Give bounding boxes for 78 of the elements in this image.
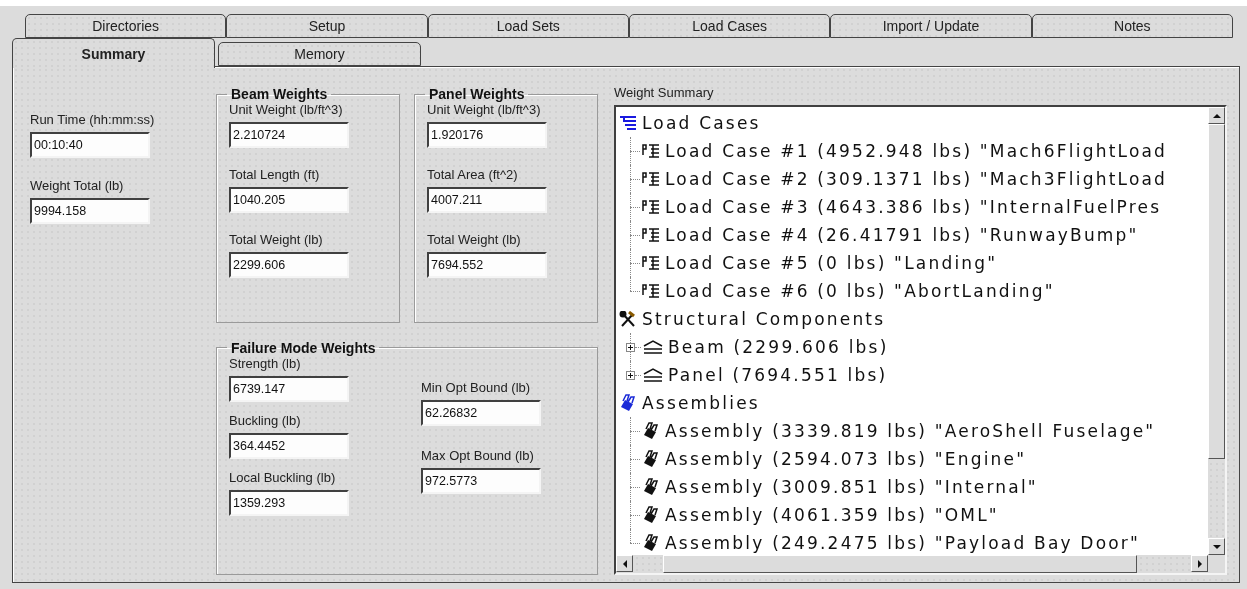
- tab[interactable]: Import / Update: [830, 14, 1032, 38]
- tab[interactable]: Notes: [1031, 14, 1233, 38]
- group-title: Panel Weights: [428, 86, 526, 102]
- field-label: Total Weight (lb): [427, 232, 521, 247]
- group-title: Beam Weights: [230, 86, 329, 102]
- tree-item[interactable]: Load Case #6 (0 lbs) "AbortLanding": [665, 281, 1055, 301]
- tab[interactable]: Load Cases: [629, 14, 831, 38]
- tree-item[interactable]: Assembly (3339.819 lbs) "AeroShell Fuselage": [665, 421, 1156, 441]
- value-field[interactable]: 1040.205: [229, 187, 349, 213]
- list-icon: [642, 255, 660, 271]
- list-icon: [642, 199, 660, 215]
- clip-icon: [642, 478, 660, 496]
- field-label: Total Length (ft): [229, 167, 320, 182]
- scroll-thumb[interactable]: [1208, 124, 1225, 459]
- clip-icon: [619, 394, 637, 412]
- scroll-right-button[interactable]: [1191, 555, 1208, 572]
- clip-icon: [642, 450, 660, 468]
- field-label: Max Opt Bound (lb): [421, 447, 534, 463]
- tree-item[interactable]: Assembly (3009.851 lbs) "Internal": [665, 477, 1038, 497]
- tree-item[interactable]: Panel (7694.551 lbs): [668, 365, 888, 385]
- tree-item[interactable]: Load Cases: [642, 113, 761, 133]
- tools-icon: [619, 311, 637, 327]
- tree-item[interactable]: Load Case #4 (26.41791 lbs) "RunwayBump": [665, 225, 1139, 245]
- tree-item[interactable]: Structural Components: [642, 309, 886, 329]
- field-label: Run Time (hh:mm:ss): [30, 112, 155, 127]
- expand-toggle[interactable]: [626, 370, 635, 380]
- value-field[interactable]: 1359.293: [229, 489, 349, 516]
- tree-item[interactable]: Assemblies: [642, 393, 760, 413]
- tab[interactable]: Setup: [226, 14, 428, 38]
- beam-icon: [643, 340, 663, 354]
- tree-item[interactable]: Load Case #5 (0 lbs) "Landing": [665, 253, 998, 273]
- tree-item[interactable]: Beam (2299.606 lbs): [668, 337, 889, 357]
- field-label: Min Opt Bound (lb): [421, 379, 531, 395]
- value-field[interactable]: 2299.606: [229, 252, 349, 278]
- list-icon: [642, 171, 660, 187]
- value-field[interactable]: 6739.147: [229, 375, 349, 402]
- list-icon: [642, 227, 660, 243]
- list-icon: [642, 283, 660, 299]
- group-title: Failure Mode Weights: [230, 339, 377, 356]
- value-field[interactable]: 364.4452: [229, 432, 349, 459]
- scroll-up-button[interactable]: [1208, 107, 1225, 124]
- tab[interactable]: Directories: [25, 14, 227, 38]
- tree-item[interactable]: Assembly (4061.359 lbs) "OML": [665, 505, 999, 525]
- tree-item[interactable]: Load Case #2 (309.1371 lbs) "Mach3FlightLoad: [665, 169, 1168, 189]
- scroll-left-button[interactable]: [616, 555, 633, 572]
- scroll-thumb[interactable]: [663, 555, 1137, 573]
- field-label: Total Area (ft^2): [427, 167, 518, 182]
- value-field[interactable]: 1.920176: [427, 122, 547, 148]
- value-field[interactable]: 7694.552: [427, 252, 547, 278]
- clip-icon: [642, 422, 660, 440]
- value-field[interactable]: 00:10:40: [30, 132, 150, 158]
- field-label: Unit Weight (lb/ft^3): [427, 102, 541, 117]
- scroll-down-button[interactable]: [1208, 538, 1225, 555]
- tab[interactable]: Summary: [12, 38, 215, 68]
- value-field[interactable]: 9994.158: [30, 198, 150, 224]
- tab[interactable]: Memory: [218, 42, 421, 66]
- clip-icon: [642, 506, 660, 524]
- tab[interactable]: Load Sets: [427, 14, 629, 38]
- value-field[interactable]: 2.210724: [229, 122, 349, 148]
- value-field[interactable]: 4007.211: [427, 187, 547, 213]
- tree-item[interactable]: Load Case #1 (4952.948 lbs) "Mach6FlightLoad: [665, 141, 1168, 161]
- value-field[interactable]: 972.5773: [421, 467, 541, 494]
- field-label: Buckling (lb): [229, 412, 301, 428]
- tree-item[interactable]: Load Case #3 (4643.386 lbs) "InternalFuelPres: [665, 197, 1162, 217]
- list-icon: [619, 115, 637, 131]
- field-label: Weight Total (lb): [30, 178, 124, 193]
- field-label: Strength (lb): [229, 355, 301, 371]
- list-icon: [642, 143, 660, 159]
- section-label: Weight Summary: [614, 85, 714, 100]
- clip-icon: [642, 534, 660, 552]
- value-field[interactable]: 62.26832: [421, 399, 541, 426]
- tree-item[interactable]: Assembly (249.2475 lbs) "Payload Bay Door": [665, 533, 1141, 553]
- field-label: Total Weight (lb): [229, 232, 323, 247]
- beam-icon: [643, 368, 663, 382]
- field-label: Unit Weight (lb/ft^3): [229, 102, 343, 117]
- field-label: Local Buckling (lb): [229, 469, 336, 485]
- expand-toggle[interactable]: [626, 342, 635, 352]
- tree-item[interactable]: Assembly (2594.073 lbs) "Engine": [665, 449, 1027, 469]
